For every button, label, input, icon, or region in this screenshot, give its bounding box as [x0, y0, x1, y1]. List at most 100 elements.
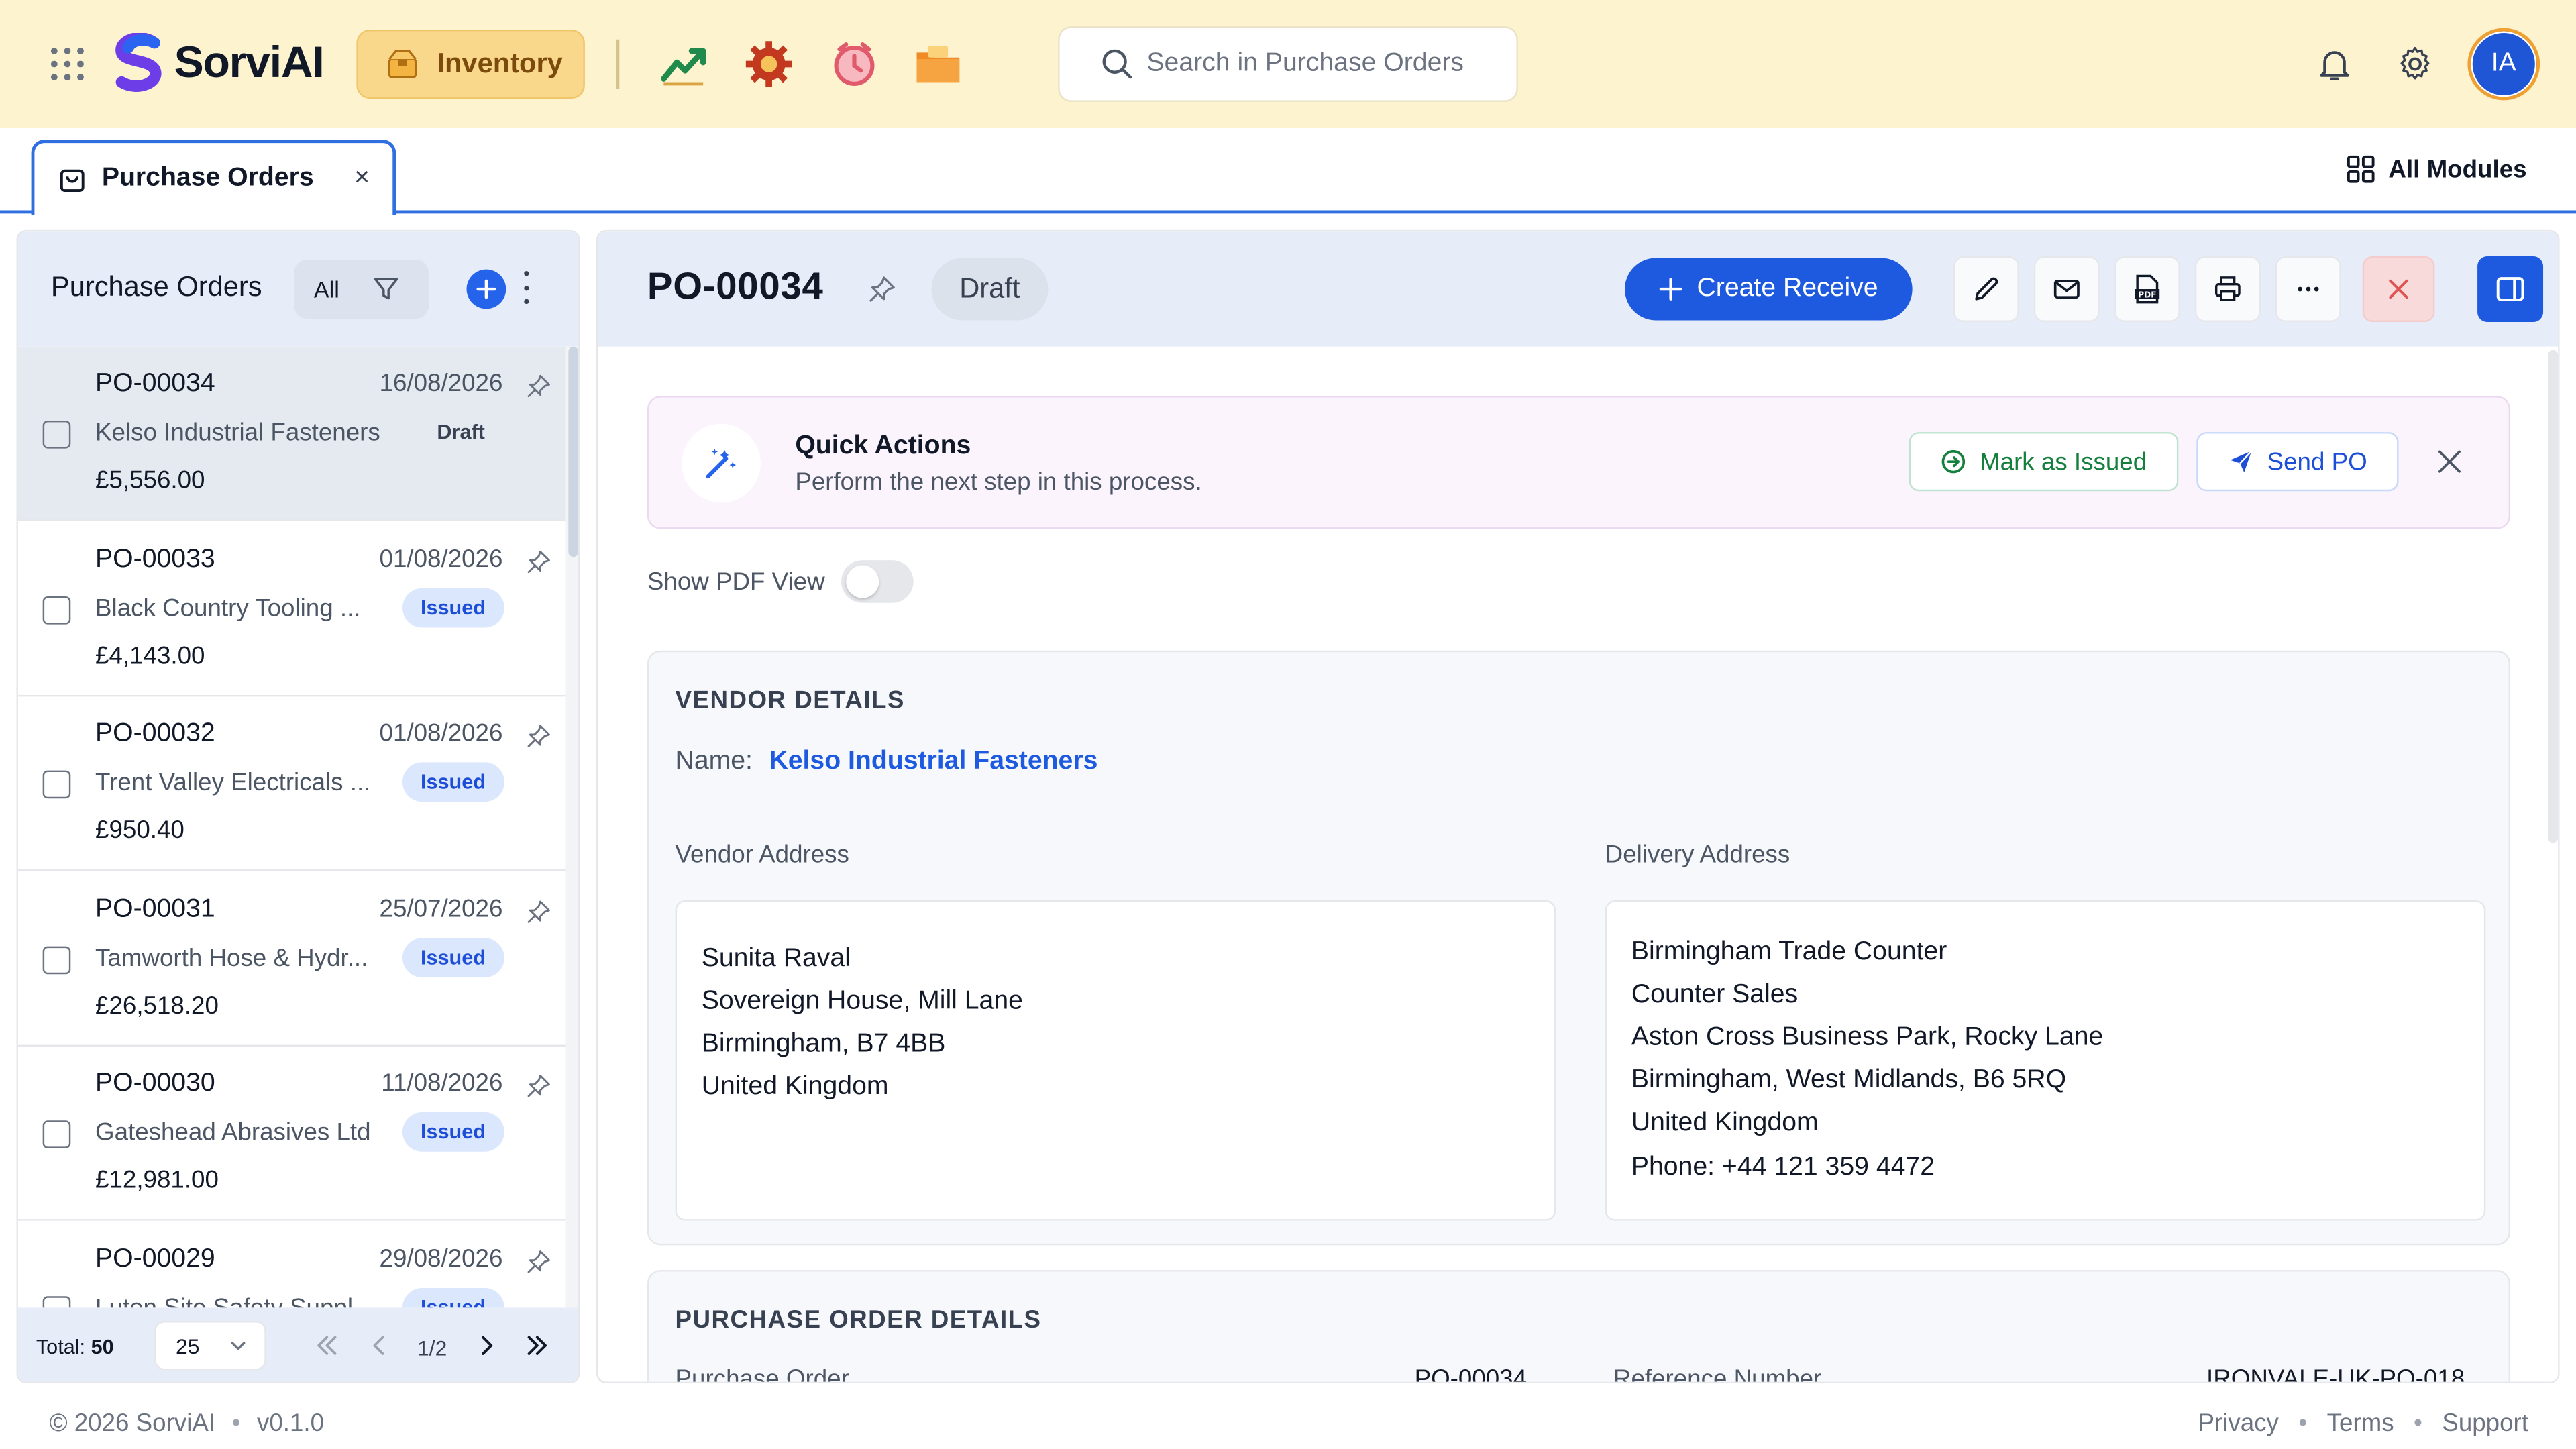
terms-link[interactable]: Terms: [2327, 1409, 2394, 1438]
list-item[interactable]: PO-00029 29/08/2026 Luton Site Safety Supp…: [18, 1222, 566, 1308]
pin-icon[interactable]: [526, 1248, 552, 1274]
list-item[interactable]: PO-00033 01/08/2026 Black Country Tooling …: [17, 522, 566, 696]
gear-settings-module-icon[interactable]: [744, 40, 793, 89]
detail-scrollbar-thumb[interactable]: [2548, 350, 2559, 843]
next-page-icon[interactable]: [472, 1331, 501, 1360]
previous-page-icon[interactable]: [365, 1331, 394, 1360]
close-icon: [2389, 279, 2408, 299]
close-icon[interactable]: [2436, 449, 2463, 475]
list-item[interactable]: PO-00031 25/07/2026 Tamworth Hose & Hydr..…: [17, 871, 566, 1046]
list-item-date: 16/08/2026: [379, 370, 503, 398]
toggle-side-panel-button[interactable]: [2477, 256, 2544, 323]
search-input[interactable]: Search in Purchase Orders: [1058, 26, 1518, 102]
show-pdf-toggle[interactable]: [841, 560, 914, 603]
page-size-select[interactable]: 25: [154, 1320, 266, 1371]
privacy-link[interactable]: Privacy: [2198, 1409, 2278, 1438]
pin-icon[interactable]: [526, 723, 552, 749]
list-item-date: 11/08/2026: [381, 1069, 503, 1097]
list-item-amount: £4,143.00: [95, 641, 205, 669]
last-page-icon[interactable]: [523, 1331, 552, 1360]
list-item-date: 01/08/2026: [379, 544, 503, 573]
header-divider: [616, 39, 620, 89]
apps-grid-icon[interactable]: [50, 48, 84, 81]
tab-close-icon[interactable]: ×: [354, 165, 370, 192]
folder-module-icon[interactable]: [914, 40, 963, 89]
delivery-address-box: Birmingham Trade Counter Counter Sales A…: [1605, 900, 2486, 1221]
list-item-checkbox[interactable]: [42, 770, 71, 799]
list-item-vendor: Gateshead Abrasives Ltd: [95, 1118, 371, 1147]
list-item-checkbox[interactable]: [42, 1120, 71, 1148]
list-item-checkbox[interactable]: [42, 1295, 71, 1308]
quick-actions-title: Quick Actions: [795, 432, 971, 460]
list-item-vendor: Black Country Tooling ...: [95, 594, 361, 622]
delivery-address-label: Delivery Address: [1605, 841, 1790, 869]
footer-separator: •: [231, 1409, 241, 1438]
avatar[interactable]: IA: [2467, 28, 2540, 101]
clock-module-icon[interactable]: [830, 40, 879, 89]
email-button[interactable]: [2033, 256, 2100, 323]
magic-wand-icon: [682, 423, 761, 503]
pin-icon[interactable]: [526, 1073, 552, 1099]
vendor-address-line: Birmingham, B7 4BB: [701, 1030, 946, 1059]
create-receive-button[interactable]: Create Receive: [1625, 258, 1913, 321]
more-horizontal-icon: [2298, 286, 2319, 292]
mark-as-issued-button[interactable]: Mark as Issued: [1909, 432, 2178, 492]
all-modules-button[interactable]: All Modules: [2346, 154, 2527, 184]
list-item-po-number: PO-00032: [95, 719, 215, 748]
delivery-address-line: United Kingdom: [1631, 1109, 1819, 1137]
tab-purchase-orders[interactable]: Purchase Orders ×: [31, 140, 396, 215]
pin-icon[interactable]: [867, 274, 897, 304]
pagination: Total: 50 25 1/2: [17, 1307, 579, 1382]
send-po-button[interactable]: Send PO: [2196, 432, 2399, 492]
reference-number-label: Reference Number: [1613, 1365, 1822, 1384]
list-item-checkbox[interactable]: [42, 595, 71, 624]
list-item-vendor: Luton Site Safety Suppl...: [95, 1293, 374, 1308]
footer: © 2026 SorviAI • v0.1.0 Privacy • Terms …: [0, 1396, 2576, 1449]
edit-button[interactable]: [1953, 256, 2019, 323]
close-detail-button[interactable]: [2362, 256, 2435, 323]
list-item-vendor: Tamworth Hose & Hydr...: [95, 943, 368, 972]
pdf-button[interactable]: PDF: [2114, 256, 2180, 323]
add-purchase-order-button[interactable]: [466, 269, 506, 309]
sales-chart-icon[interactable]: [659, 40, 708, 89]
list-header: Purchase Orders All: [17, 231, 579, 347]
list-item-date: 29/08/2026: [379, 1244, 503, 1273]
list-title: Purchase Orders: [50, 271, 262, 303]
first-page-icon[interactable]: [312, 1331, 341, 1360]
purchase-order-detail-panel: PO-00034 Draft Create Receive PDF Quick …: [596, 229, 2560, 1384]
footer-info: © 2026 SorviAI • v0.1.0: [49, 1409, 324, 1438]
pin-icon[interactable]: [526, 548, 552, 574]
bell-icon[interactable]: [2315, 44, 2355, 84]
vendor-address-line: Sovereign House, Mill Lane: [701, 987, 1023, 1016]
app-logo[interactable]: SorviAI: [112, 32, 325, 92]
list-scrollbar-thumb[interactable]: [568, 346, 579, 557]
list-item[interactable]: PO-00030 11/08/2026 Gateshead Abrasives Lt…: [17, 1046, 566, 1221]
list-item-amount: £12,981.00: [95, 1166, 219, 1195]
list-item-date: 25/07/2026: [379, 894, 503, 923]
delivery-address-line: Counter Sales: [1631, 981, 1799, 1009]
list-scrollbar[interactable]: [565, 346, 579, 1308]
pin-icon[interactable]: [526, 373, 552, 399]
po-details-title: PURCHASE ORDER DETAILS: [675, 1305, 1042, 1334]
list-item[interactable]: PO-00034 16/08/2026 Kelso Industrial Faste…: [17, 346, 566, 521]
gear-icon[interactable]: [2396, 44, 2435, 84]
status-badge: Issued: [402, 587, 504, 627]
support-link[interactable]: Support: [2442, 1409, 2528, 1438]
send-po-label: Send PO: [2267, 447, 2367, 476]
shopping-bag-icon: [60, 169, 85, 193]
inventory-module-button[interactable]: Inventory: [356, 30, 585, 99]
list-item[interactable]: PO-00032 01/08/2026 Trent Valley Electrica…: [17, 696, 566, 871]
more-vertical-icon[interactable]: [523, 271, 529, 305]
filter-icon: [373, 278, 398, 300]
detail-scrollbar[interactable]: [2544, 346, 2559, 1382]
more-actions-button[interactable]: [2275, 256, 2341, 323]
vendor-name-link[interactable]: Kelso Industrial Fasteners: [769, 747, 1097, 777]
list-item-checkbox[interactable]: [42, 945, 71, 974]
list-item-checkbox[interactable]: [42, 420, 71, 449]
filter-dropdown[interactable]: All: [294, 259, 429, 319]
pin-icon[interactable]: [526, 898, 552, 924]
print-button[interactable]: [2194, 256, 2261, 323]
list-item-amount: £950.40: [95, 816, 184, 845]
all-modules-label: All Modules: [2388, 155, 2527, 184]
printer-icon: [2214, 276, 2241, 301]
